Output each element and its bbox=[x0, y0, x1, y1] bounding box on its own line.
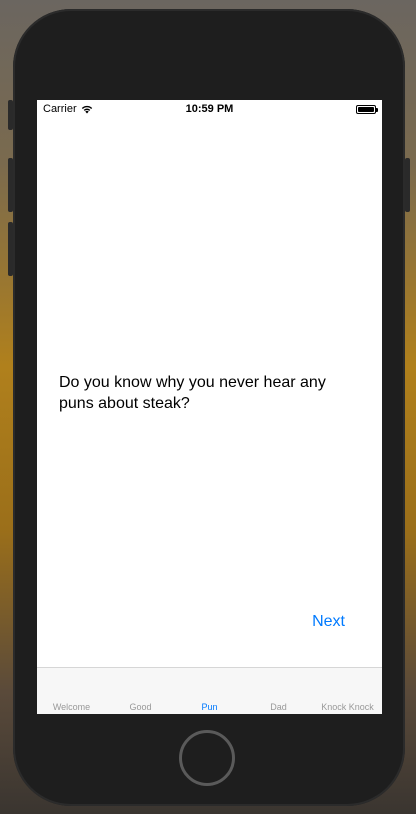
tab-pun[interactable]: Pun bbox=[175, 668, 244, 714]
power-button bbox=[405, 158, 410, 212]
screen: Carrier 10:59 PM Do you know why you nev… bbox=[37, 100, 382, 714]
volume-down-button bbox=[8, 222, 13, 276]
tab-knock-knock[interactable]: Knock Knock bbox=[313, 668, 382, 714]
battery-icon bbox=[356, 105, 378, 114]
tab-welcome[interactable]: Welcome bbox=[37, 668, 106, 714]
status-bar: Carrier 10:59 PM bbox=[37, 100, 382, 120]
tab-bar: Welcome Good Pun Dad Knock Knock bbox=[37, 667, 382, 714]
tab-dad[interactable]: Dad bbox=[244, 668, 313, 714]
silent-switch bbox=[8, 100, 13, 130]
volume-up-button bbox=[8, 158, 13, 212]
next-button[interactable]: Next bbox=[312, 613, 345, 631]
joke-text: Do you know why you never hear any puns … bbox=[59, 374, 326, 412]
home-button[interactable] bbox=[179, 730, 235, 786]
tab-good[interactable]: Good bbox=[106, 668, 175, 714]
status-time: 10:59 PM bbox=[185, 103, 234, 115]
